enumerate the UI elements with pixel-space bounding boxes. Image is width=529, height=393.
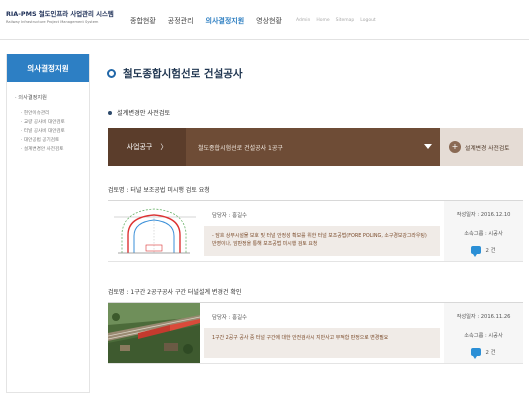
chevron-right-icon: 〉 bbox=[160, 143, 168, 151]
assignee: 담당자 : 홍길수 bbox=[212, 213, 247, 219]
logo-title: RIA-PMS 철도인프라 사업관리 시스템 bbox=[6, 10, 114, 18]
nav-decision-support[interactable]: 의사결정지원 bbox=[206, 15, 245, 27]
review-card[interactable]: 담당자 : 홍길수 - 담흐 상부시설물 보호 및 터널 안정성 확보를 위한 … bbox=[108, 200, 523, 262]
util-nav: Admin Home Sitemap Logout bbox=[296, 18, 382, 23]
site-3d-thumbnail[interactable] bbox=[108, 303, 200, 363]
sidebar-item-bridge-cost[interactable]: · 교량 공사비 대안검토 bbox=[21, 118, 89, 127]
assignee: 담당자 : 홍길수 bbox=[212, 315, 247, 321]
review-dept: 소속그룹 : 시공사 bbox=[464, 333, 503, 339]
comment-icon bbox=[471, 246, 482, 257]
design-review-button[interactable]: + 설계변경 사전검토 bbox=[440, 128, 523, 166]
logo[interactable]: RIA-PMS 철도인프라 사업관리 시스템 Railway Infrastru… bbox=[6, 9, 116, 24]
project-select-value: 철도종합시험선로 건설공사 1공구 bbox=[198, 144, 283, 152]
nav-overview[interactable]: 종합현황 bbox=[130, 15, 156, 27]
bullet-icon bbox=[108, 110, 112, 115]
sidebar-item-alt-method[interactable]: · 대안공법 공기검토 bbox=[21, 136, 89, 145]
section-title-text: 설계변경안 사전검토 bbox=[117, 110, 171, 117]
review-card[interactable]: 담당자 : 홍길수 1구간 2공구 공사 중 터널 구간에 대한 안전검사시 지… bbox=[108, 302, 523, 364]
review-date: 작성일자 : 2016.12.10 bbox=[456, 212, 511, 218]
section-title: 설계변경안 사전검토 bbox=[108, 108, 170, 117]
comment-count-text: 2 건 bbox=[485, 248, 496, 254]
util-home[interactable]: Home bbox=[316, 18, 329, 23]
review-meta: 작성일자 : 2016.12.10 소속그룹 : 시공사 2 건 bbox=[444, 201, 523, 261]
sidebar-title: 의사결정지원 bbox=[7, 54, 89, 82]
sidebar: 의사결정지원 · 의사결정지원 · 현안이슈관리 · 교량 공사비 대안검토 ·… bbox=[6, 54, 90, 393]
tunnel-drawing-thumbnail[interactable] bbox=[108, 201, 200, 261]
sidebar-group[interactable]: · 의사결정지원 bbox=[15, 94, 89, 101]
review-date: 작성일자 : 2016.11.26 bbox=[456, 314, 511, 320]
nav-process[interactable]: 공정관리 bbox=[168, 15, 194, 27]
main-nav: 종합현황 공정관리 의사결정지원 영상현황 bbox=[130, 15, 294, 27]
review-dept: 소속그룹 : 시공사 bbox=[464, 231, 503, 237]
comment-icon bbox=[471, 348, 482, 359]
header: RIA-PMS 철도인프라 사업관리 시스템 Railway Infrastru… bbox=[0, 0, 529, 40]
circle-icon bbox=[107, 69, 116, 78]
sidebar-item-design-change[interactable]: · 설계변경안 사전검토 bbox=[21, 145, 89, 154]
caret-down-icon bbox=[424, 144, 432, 149]
page-title-text: 철도종합시험선로 건설공사 bbox=[123, 68, 243, 80]
review-title[interactable]: 검토명 : 터널 보조공법 미시행 검토 요청 bbox=[108, 185, 210, 194]
review-meta: 작성일자 : 2016.11.26 소속그룹 : 시공사 2 건 bbox=[444, 303, 523, 363]
util-logout[interactable]: Logout bbox=[360, 18, 375, 23]
tunnel-cross-section-image bbox=[108, 201, 200, 261]
logo-subtitle: Railway Infrastructure Project Managemen… bbox=[6, 20, 99, 24]
page-title: 철도종합시험선로 건설공사 bbox=[107, 66, 243, 81]
review-description: 1구간 2공구 공사 중 터널 구간에 대한 안전검사시 지반사고 부적합 판정… bbox=[204, 328, 440, 358]
review-content: 담당자 : 홍길수 - 담흐 상부시설물 보호 및 터널 안정성 확보를 위한 … bbox=[204, 201, 440, 261]
nav-video[interactable]: 영상현황 bbox=[256, 15, 282, 27]
review-description: - 담흐 상부시설물 보호 및 터널 안정성 확보를 위한 터널 보조공법(FO… bbox=[204, 226, 440, 256]
plus-icon: + bbox=[449, 141, 461, 153]
sidebar-item-tunnel-cost[interactable]: · 터널 공사비 대안검토 bbox=[21, 127, 89, 136]
design-review-button-label: 설계변경 사전검토 bbox=[465, 145, 510, 152]
util-sitemap[interactable]: Sitemap bbox=[336, 18, 355, 23]
comment-count[interactable]: 2 건 bbox=[444, 348, 523, 359]
section-label-text: 사업공구 bbox=[126, 143, 153, 151]
review-content: 담당자 : 홍길수 1구간 2공구 공사 중 터널 구간에 대한 안전검사시 지… bbox=[204, 303, 440, 363]
comment-count-text: 2 건 bbox=[485, 350, 496, 356]
sidebar-list: · 현안이슈관리 · 교량 공사비 대안검토 · 터널 공사비 대안검토 · 대… bbox=[21, 109, 89, 154]
project-select-bar: 사업공구 〉 철도종합시험선로 건설공사 1공구 + 설계변경 사전검토 bbox=[108, 128, 523, 166]
railway-3d-image bbox=[108, 303, 200, 363]
section-label[interactable]: 사업공구 〉 bbox=[108, 128, 186, 166]
comment-count[interactable]: 2 건 bbox=[444, 246, 523, 257]
util-admin[interactable]: Admin bbox=[296, 18, 310, 23]
review-title[interactable]: 검토명 : 1구간 2공구공사 구간 터널설계 변경건 확인 bbox=[108, 287, 241, 296]
project-select[interactable]: 철도종합시험선로 건설공사 1공구 bbox=[186, 128, 440, 166]
sidebar-item-issues[interactable]: · 현안이슈관리 bbox=[21, 109, 89, 118]
